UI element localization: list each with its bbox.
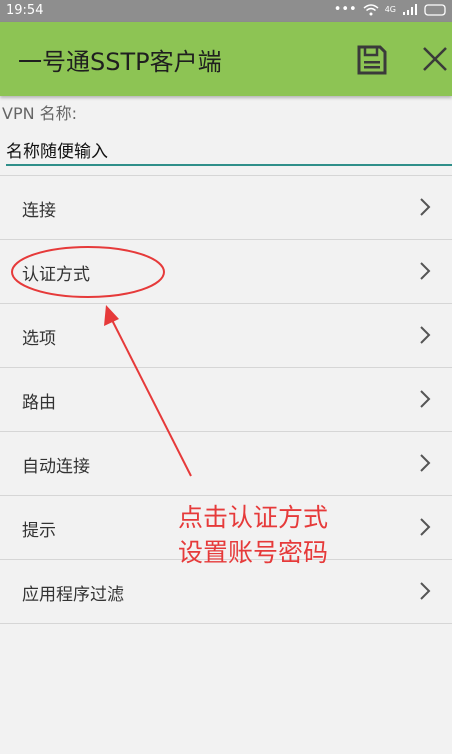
annotation-ellipse xyxy=(11,246,165,298)
annotation-line-2: 设置账号密码 xyxy=(178,538,329,567)
annotation-line-1: 点击认证方式 xyxy=(178,503,329,532)
annotation-overlay xyxy=(11,246,192,477)
annotation-text: 点击认证方式 设置账号密码 xyxy=(178,500,328,570)
annotation-arrowhead xyxy=(104,305,119,326)
annotation-arrow-shaft xyxy=(111,319,192,477)
